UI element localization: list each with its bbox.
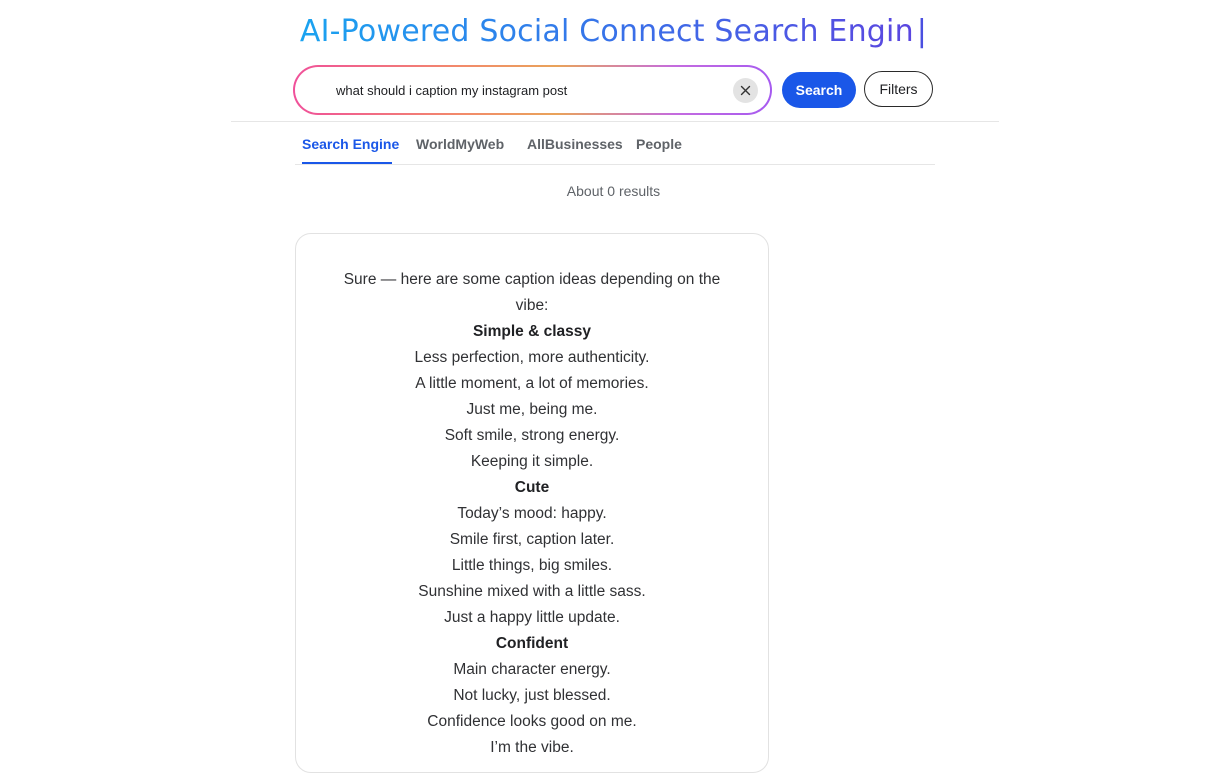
page-title: AI-Powered Social Connect Search Engin |	[0, 14, 1227, 49]
section-heading: Cute	[514, 479, 550, 496]
ai-answer-content: Sure — here are some caption ideas depen…	[332, 267, 732, 761]
caption-item: Just me, being me.	[466, 401, 598, 418]
section-heading: Simple & classy	[472, 323, 592, 340]
caption-item: Keeping it simple.	[470, 453, 594, 470]
search-input[interactable]	[336, 67, 716, 113]
section-heading: Confident	[495, 635, 569, 652]
caption-item: Today’s mood: happy.	[457, 505, 607, 522]
caption-item: Little things, big smiles.	[451, 557, 613, 574]
caption-item: Just a happy little update.	[444, 609, 620, 626]
caption-item: A little moment, a lot of memories.	[415, 375, 649, 392]
caption-item: Confidence looks good on me.	[427, 713, 637, 730]
search-button[interactable]: Search	[782, 72, 856, 108]
caption-item: Not lucky, just blessed.	[453, 687, 611, 704]
tab-search-engine[interactable]: Search Engine	[302, 136, 399, 152]
ai-answer-card: Sure — here are some caption ideas depen…	[295, 233, 769, 773]
active-tab-indicator	[302, 162, 392, 164]
tab-bar: Search Engine WorldMyWeb AllBusinesses P…	[295, 122, 935, 165]
tab-people[interactable]: People	[636, 136, 682, 152]
typing-cursor: |	[916, 14, 928, 49]
caption-item: Smile first, caption later.	[449, 531, 615, 548]
filters-button[interactable]: Filters	[864, 71, 933, 107]
close-icon	[740, 85, 751, 96]
tab-worldmyweb[interactable]: WorldMyWeb	[416, 136, 504, 152]
clear-search-button[interactable]	[733, 78, 758, 103]
caption-item: Less perfection, more authenticity.	[414, 349, 650, 366]
caption-item: Main character energy.	[453, 661, 611, 678]
caption-item: Sunshine mixed with a little sass.	[418, 583, 646, 600]
answer-intro: Sure — here are some caption ideas depen…	[343, 271, 721, 314]
caption-item: Soft smile, strong energy.	[444, 427, 620, 444]
caption-item: I’m the vibe.	[490, 739, 574, 756]
search-box	[293, 65, 772, 115]
search-box-inner	[295, 67, 770, 113]
page-title-text: AI-Powered Social Connect Search Engin	[299, 14, 914, 49]
tab-allbusinesses[interactable]: AllBusinesses	[527, 136, 623, 152]
results-count: About 0 results	[566, 183, 661, 199]
